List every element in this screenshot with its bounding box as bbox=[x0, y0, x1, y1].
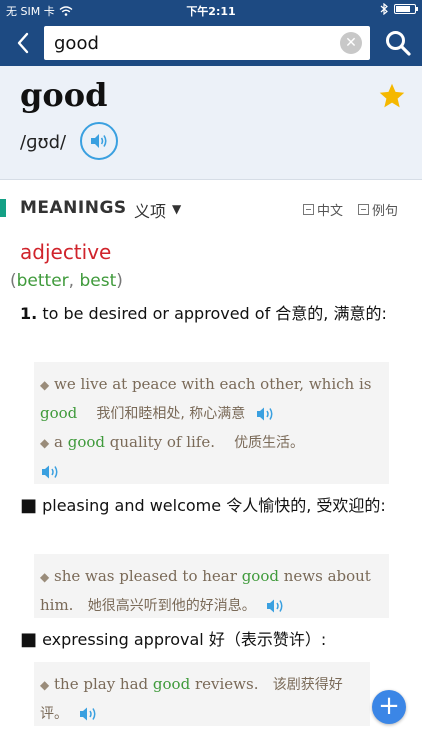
bluetooth-icon bbox=[380, 3, 388, 15]
speaker-icon[interactable] bbox=[40, 463, 62, 481]
status-right bbox=[380, 3, 418, 15]
caret-down-icon[interactable]: ▼ bbox=[172, 202, 181, 216]
definition-cn: 好（表示赞许）: bbox=[208, 630, 327, 649]
example-box: ◆ the play had good reviews. 该剧获得好评。 bbox=[34, 662, 370, 726]
toggle-chinese-label: 中文 bbox=[317, 204, 344, 219]
toggle-examples-label: 例句 bbox=[372, 204, 399, 219]
search-box: ✕ bbox=[44, 26, 370, 60]
example-text: the play had bbox=[54, 675, 153, 693]
phonetic: /ɡʊd/ bbox=[20, 132, 67, 153]
plus-icon: + bbox=[378, 691, 400, 721]
navigation-bar: ✕ bbox=[0, 20, 422, 66]
sense-marker: ■ bbox=[20, 629, 38, 650]
search-button[interactable] bbox=[384, 29, 412, 57]
status-time: 下午2:11 bbox=[186, 5, 236, 18]
headword: good bbox=[20, 76, 108, 114]
superlative-form[interactable]: best bbox=[79, 271, 116, 291]
speaker-icon[interactable] bbox=[78, 705, 100, 723]
example-box: ◆ we live at peace with each other, whic… bbox=[34, 362, 389, 484]
sense-definition: ■ expressing approval 好（表示赞许）: bbox=[20, 626, 398, 654]
definition-en: pleasing and welcome bbox=[42, 496, 222, 515]
speaker-icon[interactable] bbox=[265, 597, 287, 615]
back-button[interactable] bbox=[10, 29, 36, 57]
star-icon bbox=[379, 83, 405, 108]
inflected-forms: (better, best) bbox=[10, 271, 123, 291]
example-translation: 她很高兴听到他的好消息。 bbox=[87, 598, 256, 614]
definition-en: expressing approval bbox=[42, 630, 204, 649]
sense-marker: 1. bbox=[20, 304, 38, 323]
comparative-form[interactable]: better bbox=[17, 271, 69, 291]
example-keyword: good bbox=[152, 675, 191, 693]
battery-icon bbox=[394, 4, 418, 14]
meanings-header: MEANINGS 义项 ▼ 中文 例句 bbox=[0, 190, 422, 226]
sense-definition: ■ pleasing and welcome 令人愉快的, 受欢迎的: bbox=[20, 492, 398, 520]
example-keyword: good bbox=[40, 404, 78, 422]
example-box: ◆ she was pleased to hear good news abou… bbox=[34, 554, 389, 618]
sense-definition: 1. to be desired or approved of 合意的, 满意的… bbox=[20, 300, 398, 328]
speaker-icon bbox=[91, 134, 107, 148]
add-button[interactable]: + bbox=[372, 690, 406, 724]
definition-cn: 令人愉快的, 受欢迎的: bbox=[226, 496, 386, 515]
close-icon: ✕ bbox=[345, 35, 357, 51]
part-of-speech: adjective bbox=[20, 240, 112, 264]
example-sentence: ◆ the play had good reviews. 该剧获得好评。 bbox=[40, 675, 343, 723]
speaker-icon[interactable] bbox=[255, 405, 277, 423]
example-sentence: ◆ a good quality of life. 优质生活。 bbox=[40, 428, 381, 485]
status-bar: 无 SIM 卡 下午2:11 bbox=[0, 0, 422, 20]
example-translation: 我们和睦相处, 称心满意 bbox=[96, 406, 246, 422]
pronounce-button[interactable] bbox=[80, 122, 118, 160]
example-text: she was pleased to hear bbox=[54, 567, 242, 585]
example-text: a bbox=[54, 433, 68, 451]
meanings-title-cn[interactable]: 义项 bbox=[134, 198, 166, 222]
meanings-title: MEANINGS bbox=[20, 198, 127, 218]
example-sentence: ◆ we live at peace with each other, whic… bbox=[40, 375, 372, 423]
favorite-button[interactable] bbox=[378, 82, 406, 110]
definition-en: to be desired or approved of bbox=[42, 304, 271, 323]
word-header: good /ɡʊd/ bbox=[0, 66, 422, 180]
toggle-examples[interactable]: 例句 bbox=[358, 200, 398, 219]
example-keyword: good bbox=[241, 567, 279, 585]
example-sentence: ◆ she was pleased to hear good news abou… bbox=[40, 567, 371, 615]
example-keyword: good bbox=[67, 433, 105, 451]
search-icon bbox=[386, 31, 411, 56]
example-translation: 优质生活。 bbox=[234, 435, 305, 451]
sense-marker: ■ bbox=[20, 495, 38, 516]
example-text: we live at peace with each other, which … bbox=[54, 375, 372, 393]
definition-cn: 合意的, 满意的: bbox=[275, 304, 387, 323]
chevron-left-icon bbox=[17, 32, 29, 54]
toggle-chinese[interactable]: 中文 bbox=[303, 200, 343, 219]
search-input[interactable] bbox=[54, 32, 324, 54]
section-accent bbox=[0, 199, 6, 217]
clear-search-button[interactable]: ✕ bbox=[340, 32, 362, 54]
collapse-icon bbox=[303, 204, 314, 215]
collapse-icon bbox=[358, 204, 369, 215]
